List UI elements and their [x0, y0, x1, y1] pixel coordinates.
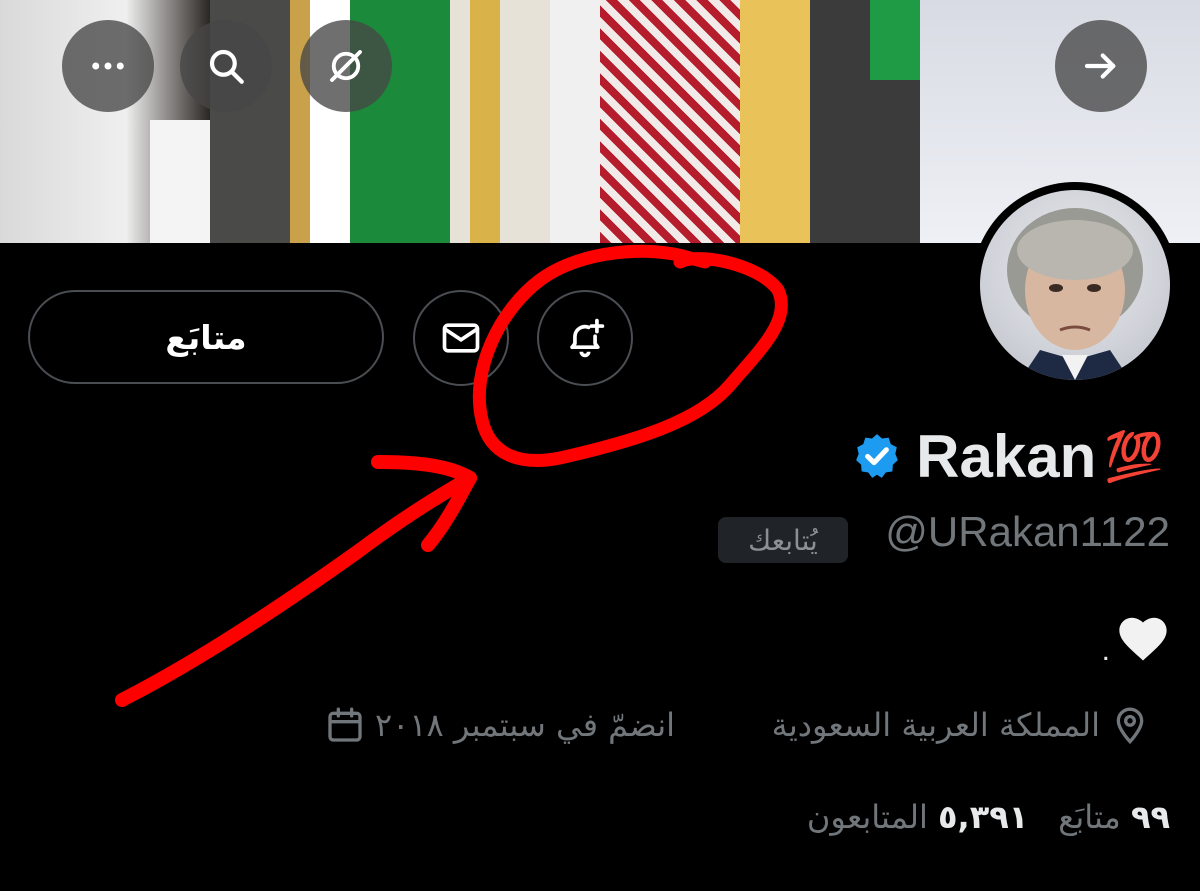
annotation-circle	[472, 244, 788, 467]
joined-row: انضمّ في سبتمبر ٢٠١٨	[325, 698, 675, 752]
verified-badge-icon	[856, 434, 898, 478]
following-label: متابَع	[1058, 798, 1121, 836]
annotation-arrowhead	[371, 455, 477, 552]
avatar-photo	[980, 190, 1170, 380]
display-name-row: Rakan 💯	[852, 416, 1164, 496]
following-button[interactable]: متابَع	[28, 290, 384, 384]
search-button[interactable]	[180, 20, 272, 112]
following-count: ٩٩	[1130, 798, 1170, 836]
location-row: المملكة العربية السعودية	[772, 698, 1150, 752]
bio-dot: .	[1101, 634, 1110, 667]
following-button-label: متابَع	[165, 317, 247, 357]
search-icon	[209, 49, 244, 84]
follow-stats: ٩٩ متابَع ٥,٣٩١ المتابعون	[807, 790, 1170, 844]
more-horizontal-icon	[92, 62, 124, 70]
more-button[interactable]	[62, 20, 154, 112]
profile-avatar[interactable]	[972, 182, 1178, 388]
calendar-icon	[328, 707, 362, 742]
forward-button[interactable]	[1055, 20, 1147, 112]
location-text: المملكة العربية السعودية	[771, 706, 1100, 744]
grok-button[interactable]	[300, 20, 392, 112]
username-handle: @URakan1122	[885, 508, 1170, 555]
followers-count: ٥,٣٩١	[938, 798, 1029, 836]
follows-you-badge: يُتابعك	[718, 517, 848, 563]
bell-plus-icon	[570, 318, 605, 358]
bio: . 🤍	[1102, 608, 1170, 668]
hundred-emoji: 💯	[1104, 428, 1164, 485]
message-button[interactable]	[413, 290, 509, 386]
grok-icon	[330, 50, 362, 82]
notify-button[interactable]	[537, 290, 633, 386]
white-heart-icon	[1119, 617, 1167, 661]
display-name: Rakan	[916, 422, 1097, 490]
followers-label: المتابعون	[806, 798, 928, 836]
following-link[interactable]: ٩٩ متابَع	[1058, 798, 1170, 836]
envelope-icon	[442, 323, 480, 353]
followers-link[interactable]: ٥,٣٩١ المتابعون	[807, 798, 1028, 836]
joined-text: انضمّ في سبتمبر ٢٠١٨	[374, 706, 675, 744]
annotation-arrow	[115, 471, 477, 707]
location-pin-icon	[1116, 707, 1144, 745]
arrow-right-icon	[1084, 53, 1116, 79]
